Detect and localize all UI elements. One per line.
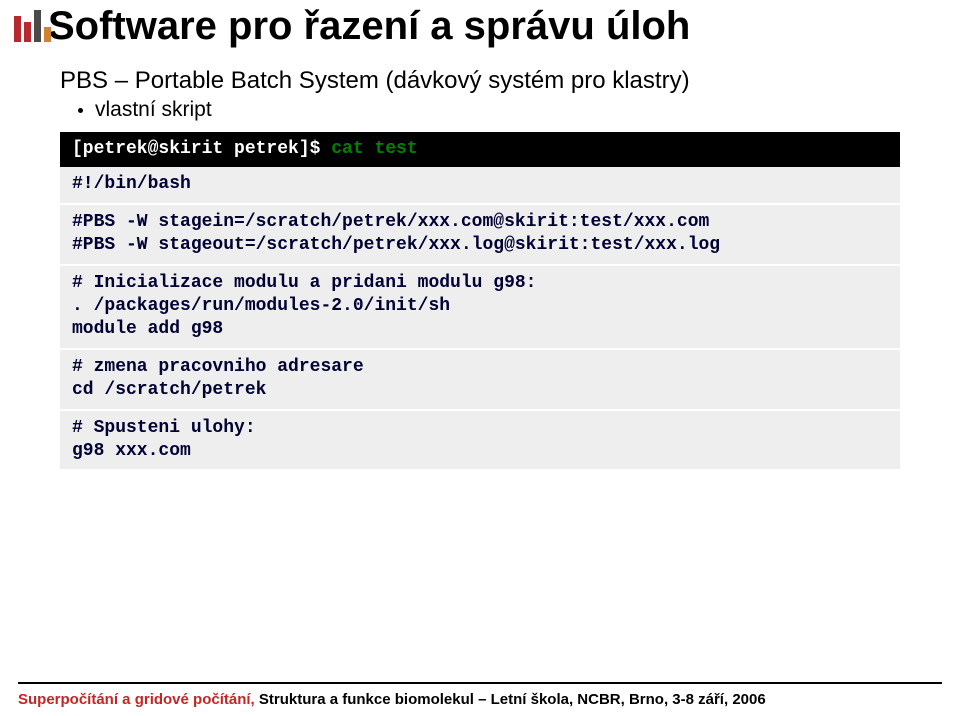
script-run-block: # Spusteni ulohy: g98 xxx.com (60, 411, 900, 470)
code-comment: # zmena pracovniho adresare (72, 356, 888, 379)
code-text: #PBS -W stagein=/scratch/petrek/xxx.com@… (72, 211, 888, 234)
slide-title: Software pro řazení a správu úloh (0, 0, 960, 49)
script-pbs-directives: #PBS -W stagein=/scratch/petrek/xxx.com@… (60, 205, 900, 264)
code-group: [petrek@skirit petrek]$ cat test #!/bin/… (60, 132, 900, 469)
logo-bar (34, 10, 41, 42)
footer-segment-black: Struktura a funkce biomolekul – Letní šk… (259, 691, 766, 708)
logo-bar (44, 27, 51, 42)
script-init-block: # Inicializace modulu a pridani modulu g… (60, 266, 900, 348)
logo-bar (14, 16, 21, 42)
terminal-command: cat test (331, 139, 417, 159)
code-text: module add g98 (72, 318, 888, 341)
terminal-line: [petrek@skirit petrek]$ cat test (60, 132, 900, 167)
script-cd-block: # zmena pracovniho adresare cd /scratch/… (60, 350, 900, 409)
footer-text: Superpočítání a gridové počítání, Strukt… (18, 691, 766, 708)
bullet-dot-icon (78, 108, 83, 113)
logo (14, 10, 51, 42)
code-comment: # Inicializace modulu a pridani modulu g… (72, 272, 888, 295)
code-text: g98 xxx.com (72, 440, 888, 463)
code-text: cd /scratch/petrek (72, 379, 888, 402)
slide-body: PBS – Portable Batch System (dávkový sys… (0, 67, 960, 469)
terminal-prompt: [petrek@skirit petrek]$ (72, 139, 331, 159)
bullet-text: vlastní skript (95, 98, 212, 122)
script-shebang: #!/bin/bash (60, 167, 900, 202)
bullet-item: vlastní skript (78, 98, 912, 122)
code-text: #!/bin/bash (72, 174, 191, 194)
subtitle: PBS – Portable Batch System (dávkový sys… (60, 67, 912, 95)
code-text: #PBS -W stageout=/scratch/petrek/xxx.log… (72, 234, 888, 257)
footer-divider (18, 682, 942, 684)
code-text: . /packages/run/modules-2.0/init/sh (72, 295, 888, 318)
logo-bar (24, 22, 31, 42)
footer-segment-red: Superpočítání a gridové počítání, (18, 691, 259, 708)
code-comment: # Spusteni ulohy: (72, 417, 888, 440)
